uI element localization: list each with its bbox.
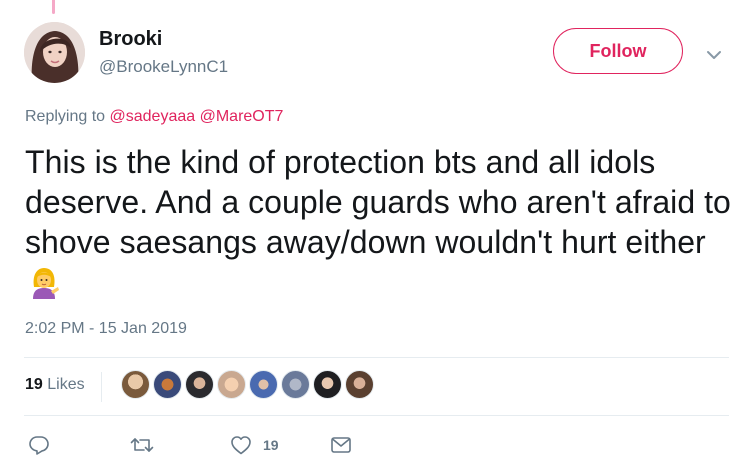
liker-avatar[interactable] [217, 370, 246, 399]
liker-avatars [121, 370, 377, 399]
stats-separator [101, 372, 102, 402]
person-tipping-hand-emoji [27, 265, 61, 299]
tweet-stats: 19 Likes [25, 360, 730, 412]
retweet-icon [130, 435, 154, 455]
mention-link[interactable]: @MareOT7 [200, 108, 284, 125]
tweet-text: This is the kind of protection bts and a… [25, 142, 735, 302]
screen-name[interactable]: @BrookeLynnC1 [99, 56, 228, 78]
heart-icon [231, 435, 251, 455]
reply-icon [29, 435, 49, 455]
like-button[interactable]: 19 [231, 430, 279, 460]
avatar[interactable] [24, 22, 85, 83]
chevron-down-icon[interactable] [703, 44, 725, 66]
like-count: 19 [263, 437, 279, 453]
liker-avatar[interactable] [121, 370, 150, 399]
liker-avatar[interactable] [313, 370, 342, 399]
replying-to: Replying to @sadeyaaa @MareOT7 [25, 108, 283, 126]
liker-avatar[interactable] [185, 370, 214, 399]
avatar-image [24, 22, 85, 83]
likes-stat[interactable]: 19 Likes [25, 376, 85, 394]
likes-label: Likes [47, 376, 85, 393]
divider [24, 357, 729, 358]
divider [24, 415, 729, 416]
tweet-timestamp[interactable]: 2:02 PM - 15 Jan 2019 [25, 320, 187, 338]
likes-count: 19 [25, 376, 43, 393]
retweet-button[interactable] [130, 430, 154, 460]
liker-avatar[interactable] [153, 370, 182, 399]
replying-prefix: Replying to [25, 108, 106, 125]
liker-avatar[interactable] [249, 370, 278, 399]
thread-connector-line [52, 0, 55, 14]
follow-button[interactable]: Follow [553, 28, 683, 74]
display-name[interactable]: Brooki [99, 26, 228, 52]
envelope-icon [331, 437, 351, 453]
tweet-actions: 19 [25, 430, 425, 460]
liker-avatar[interactable] [281, 370, 310, 399]
mention-link[interactable]: @sadeyaaa [110, 108, 196, 125]
liker-avatar[interactable] [345, 370, 374, 399]
author-names: Brooki @BrookeLynnC1 [99, 26, 228, 78]
tweet-text-content: This is the kind of protection bts and a… [25, 144, 731, 260]
direct-message-button[interactable] [331, 430, 351, 460]
tweet-header: Brooki @BrookeLynnC1 Follow [24, 22, 729, 86]
reply-button[interactable] [29, 430, 49, 460]
